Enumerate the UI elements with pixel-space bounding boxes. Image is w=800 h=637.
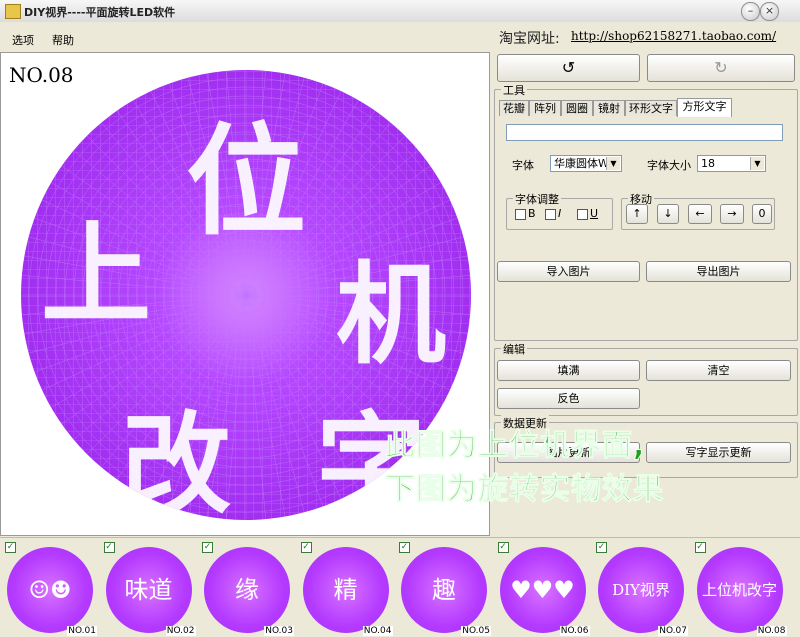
rotate-left-button[interactable]: ↺ <box>497 54 640 82</box>
close-button[interactable]: × <box>760 2 779 21</box>
edit-group-label: 编辑 <box>501 341 527 357</box>
annotation-line-2: 下图为旋转实物效果 <box>385 472 664 508</box>
font-size-label: 字体大小 <box>647 159 691 172</box>
move-reset-button[interactable]: 0 <box>752 204 772 224</box>
annotation-line-1: 此图为上位机界面, <box>384 428 646 464</box>
thumbnail-text: ☺☻ <box>28 576 72 604</box>
rotate-right-button[interactable]: ↻ <box>647 54 795 82</box>
checkbox-icon[interactable]: ✓ <box>5 542 16 553</box>
import-image-button[interactable]: 导入图片 <box>497 261 640 282</box>
app-icon <box>5 4 21 19</box>
thumbnail-text: 味道 <box>124 576 173 604</box>
thumbnail-strip: ☺☻ ✓ NO.01 味道 ✓ NO.02 缘 ✓ NO.03 精 ✓ NO.04 趣 ✓ NO.05 ♥♥♥… <box>0 537 800 637</box>
shop-link[interactable]: http://shop62158271.taobao.com/ <box>571 29 776 43</box>
move-right-button[interactable]: → <box>720 204 744 224</box>
move-down-button[interactable]: ↓ <box>657 204 679 224</box>
text-input[interactable] <box>506 124 783 141</box>
fill-button[interactable]: 填满 <box>497 360 640 381</box>
title-bar: DIY视界----平面旋转LED软件 – × <box>0 0 800 23</box>
thumbnail-2[interactable]: 味道 ✓ NO.02 <box>102 541 196 636</box>
underline-checkbox[interactable]: U <box>577 207 598 220</box>
thumbnail-label: NO.07 <box>658 626 688 636</box>
checkbox-icon[interactable]: ✓ <box>300 542 312 553</box>
chevron-down-icon[interactable]: ▼ <box>750 157 764 170</box>
font-size-select[interactable]: 18 ▼ <box>697 155 766 172</box>
thumbnail-5[interactable]: 趣 ✓ NO.05 <box>397 541 491 636</box>
checkbox-icon[interactable] <box>515 208 526 220</box>
bold-checkbox[interactable]: B <box>515 207 536 220</box>
checkbox-icon[interactable]: ✓ <box>497 542 509 553</box>
bold-label: B <box>528 207 536 220</box>
shop-label: 淘宝网址: <box>499 31 560 47</box>
thumbnail-text: 缘 <box>235 576 259 604</box>
tab-petal[interactable]: 花瓣 <box>499 100 529 116</box>
thumbnail-7[interactable]: DIY视界 ✓ NO.07 <box>594 541 688 636</box>
italic-checkbox[interactable]: I <box>545 207 561 220</box>
thumbnail-label: NO.02 <box>165 626 196 636</box>
font-size-value: 18 <box>701 157 715 170</box>
window-title: DIY视界----平面旋转LED软件 <box>24 6 176 19</box>
invert-button[interactable]: 反色 <box>497 388 640 409</box>
thumbnail-text: 趣 <box>432 576 456 604</box>
chevron-down-icon[interactable]: ▼ <box>606 157 620 170</box>
checkbox-icon[interactable]: ✓ <box>103 542 115 553</box>
clear-button[interactable]: 清空 <box>646 360 791 381</box>
font-label: 字体 <box>512 159 534 172</box>
led-character: 改 <box>121 400 231 529</box>
thumbnail-label: NO.04 <box>362 626 393 636</box>
checkbox-icon[interactable] <box>577 208 588 220</box>
thumbnail-3[interactable]: 缘 ✓ NO.03 <box>200 541 294 636</box>
checkbox-icon[interactable]: ✓ <box>694 542 706 553</box>
led-character: 机 <box>336 250 446 379</box>
move-up-button[interactable]: ↑ <box>626 204 648 224</box>
menu-options[interactable]: 选项 <box>12 32 34 48</box>
tab-mirror[interactable]: 镜射 <box>593 100 625 116</box>
thumbnail-text: 上位机改字 <box>701 581 777 599</box>
frame-number: NO.08 <box>9 63 74 87</box>
font-select[interactable]: 华康圆体W9 ▼ <box>550 155 622 172</box>
italic-label: I <box>558 207 562 220</box>
menu-bar: 选项 帮助 淘宝网址: http://shop62158271.taobao.c… <box>0 22 800 52</box>
thumbnail-text: 精 <box>333 576 358 604</box>
led-character: 上 <box>41 210 151 339</box>
thumbnail-label: NO.01 <box>67 626 97 636</box>
minimize-button[interactable]: – <box>741 2 760 21</box>
tools-group-label: 工具 <box>501 82 527 98</box>
checkbox-icon[interactable] <box>545 208 556 220</box>
font-adjust-label: 字体调整 <box>513 191 561 207</box>
led-character: 位 <box>186 111 306 252</box>
tab-array[interactable]: 阵列 <box>529 100 561 116</box>
underline-label: U <box>590 207 599 220</box>
thumbnail-1[interactable]: ☺☻ ✓ NO.01 <box>3 541 97 636</box>
thumbnail-label: NO.08 <box>756 626 787 636</box>
menu-help[interactable]: 帮助 <box>52 32 74 48</box>
checkbox-icon[interactable]: ✓ <box>202 542 213 553</box>
text-update-button[interactable]: 写字显示更新 <box>646 442 791 463</box>
tab-circle[interactable]: 圆圈 <box>561 100 593 116</box>
checkbox-icon[interactable]: ✓ <box>596 542 607 553</box>
thumbnail-label: NO.03 <box>264 626 294 636</box>
export-image-button[interactable]: 导出图片 <box>646 261 791 282</box>
checkbox-icon[interactable]: ✓ <box>399 542 410 553</box>
thumbnail-text: DIY视界 <box>612 581 670 599</box>
thumbnail-label: NO.06 <box>559 626 590 636</box>
tab-square-text[interactable]: 方形文字 <box>677 98 732 117</box>
tab-ring-text[interactable]: 环形文字 <box>625 100 677 116</box>
thumbnail-label: NO.05 <box>461 626 491 636</box>
thumbnail-8[interactable]: 上位机改字 ✓ NO.08 <box>693 541 787 636</box>
thumbnail-text: ♥♥♥ <box>510 576 575 604</box>
move-left-button[interactable]: ← <box>688 204 712 224</box>
thumbnail-4[interactable]: 精 ✓ NO.04 <box>299 541 393 636</box>
thumbnail-6[interactable]: ♥♥♥ ✓ NO.06 <box>496 541 590 636</box>
